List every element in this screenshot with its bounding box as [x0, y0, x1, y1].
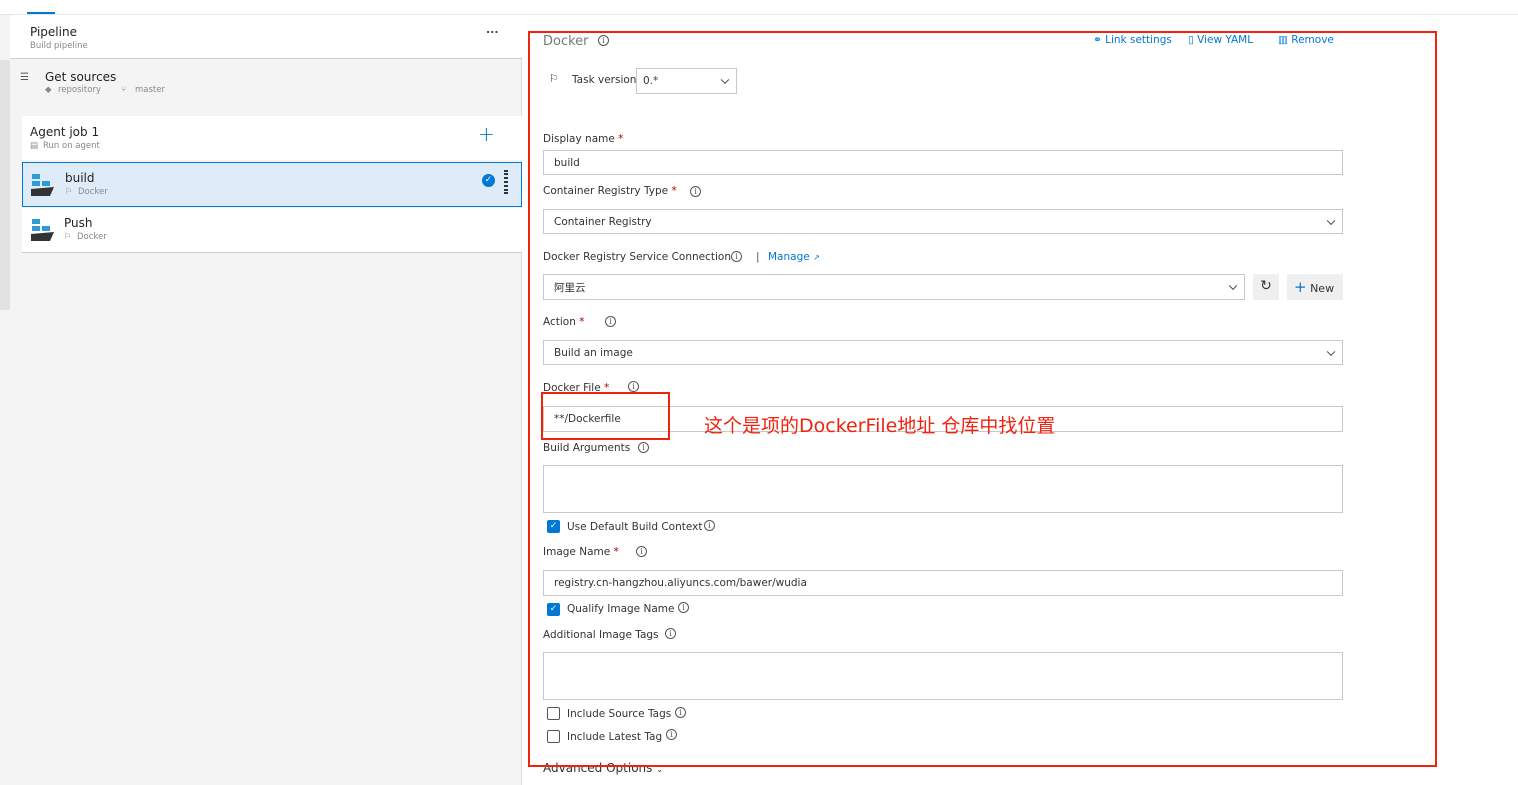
- task-item-build[interactable]: build ⚐ Docker ✓: [22, 162, 522, 207]
- docker-icon: [31, 174, 54, 196]
- flag-icon: ⚐: [64, 232, 72, 242]
- scrollbar[interactable]: [0, 60, 10, 310]
- task-name: build: [65, 171, 95, 185]
- task-item-push[interactable]: Push ⚐ Docker: [22, 208, 522, 253]
- agent-job-subtitle: Run on agent: [43, 141, 100, 151]
- pipeline-header[interactable]: Pipeline Build pipeline ...: [10, 15, 522, 59]
- add-task-icon[interactable]: +: [478, 122, 495, 146]
- active-tab-indicator: [27, 12, 55, 14]
- check-circle-icon: ✓: [482, 174, 495, 187]
- branch-icon: ⑂: [121, 85, 127, 95]
- pipeline-title: Pipeline: [30, 25, 77, 39]
- get-sources[interactable]: ☰ Get sources ◆ repository ⑂ master: [20, 70, 520, 100]
- more-icon[interactable]: ...: [486, 23, 499, 36]
- list-icon: ☰: [20, 72, 29, 83]
- task-type: Docker: [78, 187, 108, 197]
- agent-job[interactable]: Agent job 1 ▤ Run on agent +: [22, 116, 522, 160]
- repo-label: repository: [58, 85, 101, 95]
- annotation-text: 这个是项的DockerFile地址 仓库中找位置: [704, 415, 1056, 437]
- pipeline-subtitle: Build pipeline: [30, 41, 88, 51]
- branch-label: master: [135, 85, 165, 95]
- server-icon: ▤: [30, 141, 39, 151]
- annotation-box-dockerfile: [541, 392, 670, 440]
- task-name: Push: [64, 216, 93, 230]
- docker-icon: [31, 219, 54, 241]
- top-nav: [0, 0, 1518, 15]
- drag-handle-icon[interactable]: [504, 170, 508, 194]
- flag-icon: ⚐: [65, 187, 73, 197]
- task-type: Docker: [77, 232, 107, 242]
- repo-icon: ◆: [45, 85, 52, 95]
- agent-job-title: Agent job 1: [30, 125, 100, 139]
- get-sources-title: Get sources: [45, 70, 117, 84]
